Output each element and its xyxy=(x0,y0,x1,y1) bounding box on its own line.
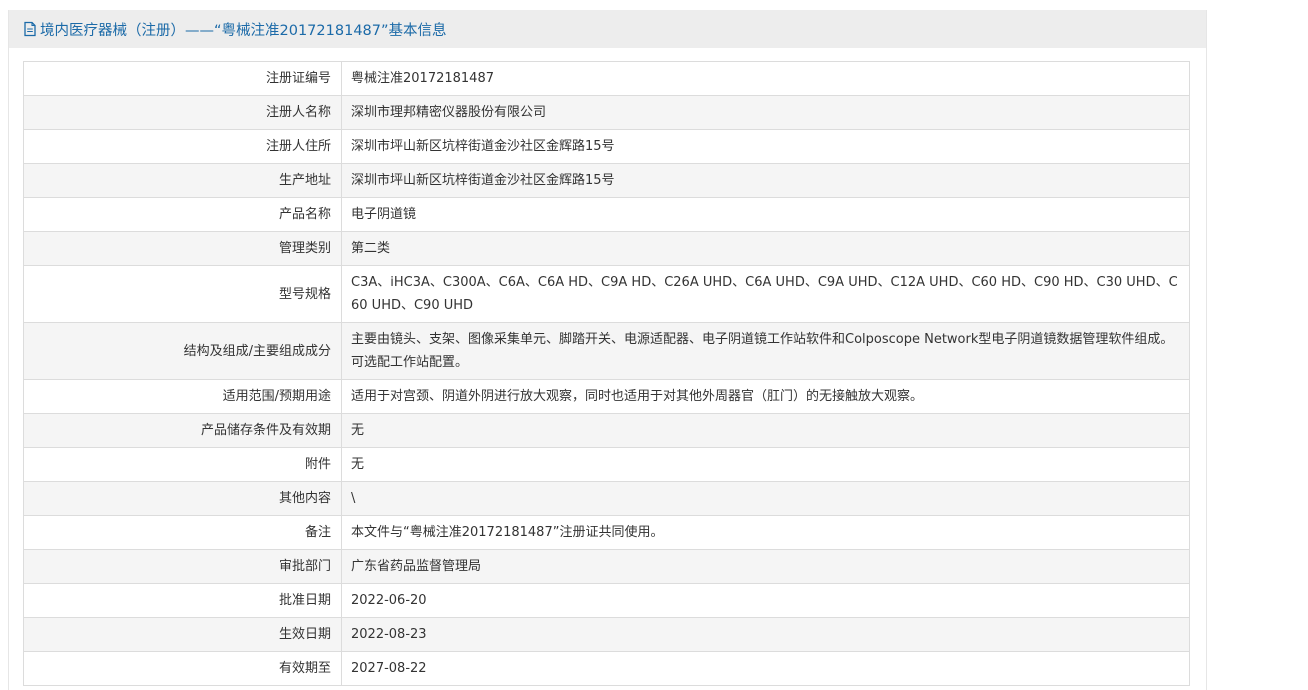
table-row: 结构及组成/主要组成成分 主要由镜头、支架、图像采集单元、脚踏开关、电源适配器、电… xyxy=(23,322,1190,380)
row-label: 备注 xyxy=(23,515,342,550)
document-icon xyxy=(23,21,37,37)
row-value: 粤械注准20172181487 xyxy=(341,61,1190,96)
info-panel: 境内医疗器械（注册）——“粤械注准20172181487”基本信息 注册证编号粤… xyxy=(8,10,1207,690)
row-label: 生效日期 xyxy=(23,617,342,652)
row-value: 2022-06-20 xyxy=(341,583,1190,618)
row-label: 管理类别 xyxy=(23,231,342,266)
row-label: 注册人名称 xyxy=(23,95,342,130)
row-label: 批准日期 xyxy=(23,583,342,618)
row-label: 注册人住所 xyxy=(23,129,342,164)
table-row: 适用范围/预期用途 适用于对宫颈、阴道外阴进行放大观察，同时也适用于对其他外周器官… xyxy=(23,379,1190,414)
row-value: 深圳市坪山新区坑梓街道金沙社区金辉路15号 xyxy=(341,129,1190,164)
row-label: 型号规格 xyxy=(23,265,342,323)
table-row: 型号规格 C3A、iHC3A、C300A、C6A、C6A HD、C9A HD、C2… xyxy=(23,265,1190,323)
row-value: 广东省药品监督管理局 xyxy=(341,549,1190,584)
row-label: 其他内容 xyxy=(23,481,342,516)
row-label: 注册证编号 xyxy=(23,61,342,96)
table-row: 生产地址 深圳市坪山新区坑梓街道金沙社区金辉路15号 xyxy=(23,163,1190,198)
table-row: 注册人名称 深圳市理邦精密仪器股份有限公司 xyxy=(23,95,1190,130)
row-value: 无 xyxy=(341,413,1190,448)
row-label: 审批部门 xyxy=(23,549,342,584)
row-value: 本文件与“粤械注准20172181487”注册证共同使用。 xyxy=(341,515,1190,550)
info-table-wrapper: 注册证编号 粤械注准20172181487 注册人名称 深圳市理邦精密仪器股份有限公司… xyxy=(23,61,1190,686)
panel-header: 境内医疗器械（注册）——“粤械注准20172181487”基本信息 xyxy=(9,10,1206,48)
row-label: 附件 xyxy=(23,447,342,482)
info-table-body: 注册证编号 粤械注准20172181487 注册人名称 深圳市理邦精密仪器股份有限公司… xyxy=(23,61,1190,686)
row-label: 产品储存条件及有效期 xyxy=(23,413,342,448)
row-value: C3A、iHC3A、C300A、C6A、C6A HD、C9A HD、C26A U… xyxy=(341,265,1190,323)
row-value: \ xyxy=(341,481,1190,516)
table-row: 管理类别 第二类 xyxy=(23,231,1190,266)
table-row: 注册人住所 深圳市坪山新区坑梓街道金沙社区金辉路15号 xyxy=(23,129,1190,164)
page-title: 境内医疗器械（注册）——“粤械注准20172181487”基本信息 xyxy=(40,22,447,39)
table-row: 注册证编号 粤械注准20172181487 xyxy=(23,61,1190,96)
row-label: 产品名称 xyxy=(23,197,342,232)
table-row: 产品储存条件及有效期无 xyxy=(23,413,1190,448)
info-table: 注册证编号 粤械注准20172181487 注册人名称 深圳市理邦精密仪器股份有限公司… xyxy=(23,61,1190,686)
table-row: 产品名称 电子阴道镜 xyxy=(23,197,1190,232)
table-row: 审批部门 广东省药品监督管理局 xyxy=(23,549,1190,584)
table-row: 备注 本文件与“粤械注准20172181487”注册证共同使用。 xyxy=(23,515,1190,550)
table-row: 有效期至 2027-08-22 xyxy=(23,651,1190,686)
table-row: 附件无 xyxy=(23,447,1190,482)
row-value: 深圳市坪山新区坑梓街道金沙社区金辉路15号 xyxy=(341,163,1190,198)
row-label: 结构及组成/主要组成成分 xyxy=(23,322,342,380)
row-value: 2022-08-23 xyxy=(341,617,1190,652)
table-row: 其他内容 \ xyxy=(23,481,1190,516)
row-label: 生产地址 xyxy=(23,163,342,198)
row-value: 2027-08-22 xyxy=(341,651,1190,686)
table-row: 生效日期 2022-08-23 xyxy=(23,617,1190,652)
table-row: 批准日期 2022-06-20 xyxy=(23,583,1190,618)
row-value: 深圳市理邦精密仪器股份有限公司 xyxy=(341,95,1190,130)
row-value: 第二类 xyxy=(341,231,1190,266)
row-value: 电子阴道镜 xyxy=(341,197,1190,232)
row-value: 适用于对宫颈、阴道外阴进行放大观察，同时也适用于对其他外周器官（肛门）的无接触放… xyxy=(341,379,1190,414)
row-value: 主要由镜头、支架、图像采集单元、脚踏开关、电源适配器、电子阴道镜工作站软件和Co… xyxy=(341,322,1190,380)
row-value: 无 xyxy=(341,447,1190,482)
row-label: 适用范围/预期用途 xyxy=(23,379,342,414)
row-label: 有效期至 xyxy=(23,651,342,686)
